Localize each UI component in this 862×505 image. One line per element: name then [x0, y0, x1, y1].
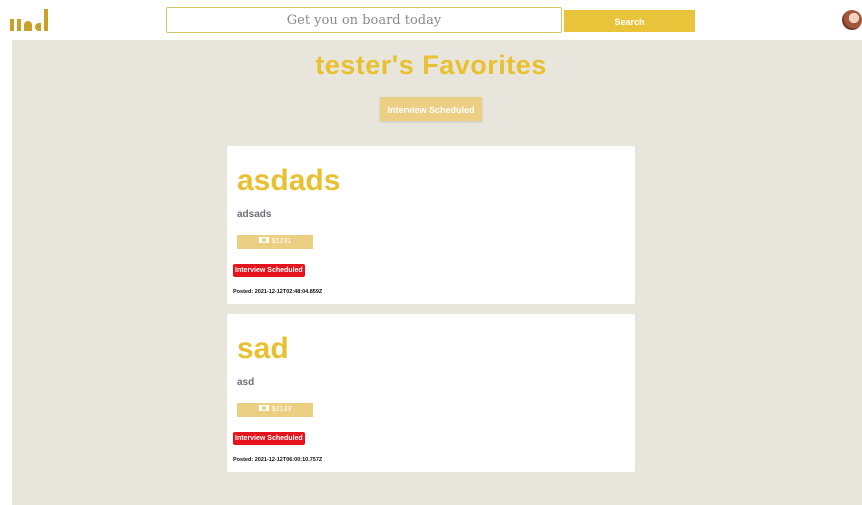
interview-scheduled-filter-button[interactable]: Interview Scheduled [380, 97, 482, 121]
search-button[interactable]: Search [564, 10, 695, 32]
salary-value: $2133 [271, 406, 292, 413]
top-bar: Search [0, 0, 862, 40]
brand-logo[interactable] [10, 7, 56, 31]
salary-badge: $2133 [237, 403, 313, 417]
salary-badge: $1231 [237, 235, 313, 249]
job-description: adsads [237, 209, 272, 220]
posted-timestamp: Posted: 2021-12-12T02:48:04.859Z [233, 289, 323, 295]
avatar[interactable] [842, 10, 862, 30]
money-icon [258, 237, 269, 244]
salary-value: $1231 [271, 238, 292, 245]
job-title: asdads [237, 164, 341, 197]
search-input[interactable] [166, 7, 562, 33]
money-icon [258, 405, 269, 412]
job-title: sad [237, 332, 289, 365]
job-card[interactable]: asdads adsads $1231 Interview Scheduled … [227, 146, 635, 304]
status-badge: Interview Scheduled [233, 432, 305, 445]
job-description: asd [237, 377, 255, 388]
status-badge: Interview Scheduled [233, 264, 305, 277]
favorites-page: tester's Favorites Interview Scheduled a… [12, 40, 862, 505]
posted-timestamp: Posted: 2021-12-12T06:00:10.757Z [233, 457, 323, 463]
page-title: tester's Favorites [315, 50, 547, 80]
job-card[interactable]: sad asd $2133 Interview Scheduled Posted… [227, 314, 635, 472]
